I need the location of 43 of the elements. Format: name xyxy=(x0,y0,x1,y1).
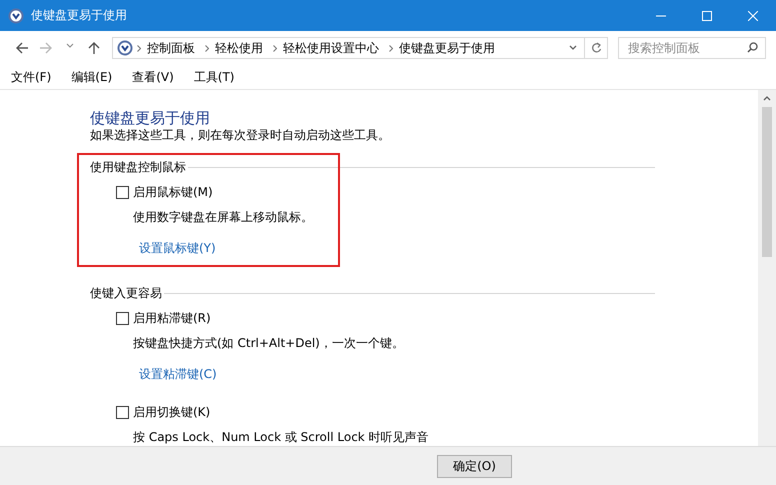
option-description: 按键盘快捷方式(如 Ctrl+Alt+Del)，一次一个键。 xyxy=(133,336,404,350)
option-description: 使用数字键盘在屏幕上移动鼠标。 xyxy=(133,210,313,224)
ok-button[interactable]: 确定(O) xyxy=(437,454,512,478)
breadcrumb-item[interactable]: 轻松使用设置中心 xyxy=(283,40,379,56)
checkbox[interactable] xyxy=(116,406,129,418)
option-description: 按 Caps Lock、Num Lock 或 Scroll Lock 时听见声音 xyxy=(133,430,429,444)
control-panel-icon xyxy=(117,40,133,56)
checkbox-label[interactable]: 启用粘滞键(R) xyxy=(133,311,211,325)
close-icon[interactable] xyxy=(748,10,758,20)
breadcrumb-item[interactable]: 控制面板 xyxy=(147,40,195,56)
menu-item[interactable]: 工具(T) xyxy=(188,68,240,86)
scrollbar-thumb[interactable] xyxy=(762,107,772,257)
window-title: 使键盘更易于使用 xyxy=(31,7,127,24)
scroll-up-icon[interactable] xyxy=(763,96,771,101)
menu-item[interactable]: 查看(V) xyxy=(126,68,180,86)
back-arrow-icon[interactable] xyxy=(16,42,28,54)
maximize-icon[interactable] xyxy=(702,10,712,20)
section-title: 使用键盘控制鼠标 xyxy=(90,160,187,174)
chevron-right-icon xyxy=(205,44,209,52)
menu-item[interactable]: 编辑(E) xyxy=(65,68,118,86)
page-subtitle: 如果选择这些工具，则在每次登录时自动启动这些工具。 xyxy=(90,128,390,142)
settings-link[interactable]: 设置粘滞键(C) xyxy=(139,367,217,381)
up-arrow-icon[interactable] xyxy=(88,42,100,54)
page-heading: 使键盘更易于使用 xyxy=(90,110,211,126)
refresh-icon[interactable] xyxy=(590,42,602,54)
settings-link[interactable]: 设置鼠标键(Y) xyxy=(139,241,216,255)
control-panel-icon xyxy=(8,8,24,24)
search-field[interactable]: 搜索控制面板 xyxy=(618,37,766,59)
chevron-right-icon xyxy=(137,44,141,52)
checkbox-label[interactable]: 启用切换键(K) xyxy=(133,405,210,419)
breadcrumb-item[interactable]: 使键盘更易于使用 xyxy=(399,40,495,56)
checkbox[interactable] xyxy=(116,312,129,324)
search-icon[interactable] xyxy=(747,42,758,53)
section-title: 使键入更容易 xyxy=(90,286,163,300)
dropdown-chevron-icon[interactable] xyxy=(569,45,577,51)
chevron-right-icon xyxy=(273,44,277,52)
address-bar[interactable]: 控制面板 轻松使用 轻松使用设置中心 使键盘更易于使用 xyxy=(112,37,608,59)
checkbox[interactable] xyxy=(116,186,129,198)
scrollbar[interactable] xyxy=(758,90,776,446)
breadcrumb-item[interactable]: 轻松使用 xyxy=(215,40,263,56)
checkbox-label[interactable]: 启用鼠标键(M) xyxy=(133,185,213,199)
chevron-right-icon xyxy=(389,44,393,52)
menu-item[interactable]: 文件(F) xyxy=(5,68,58,86)
